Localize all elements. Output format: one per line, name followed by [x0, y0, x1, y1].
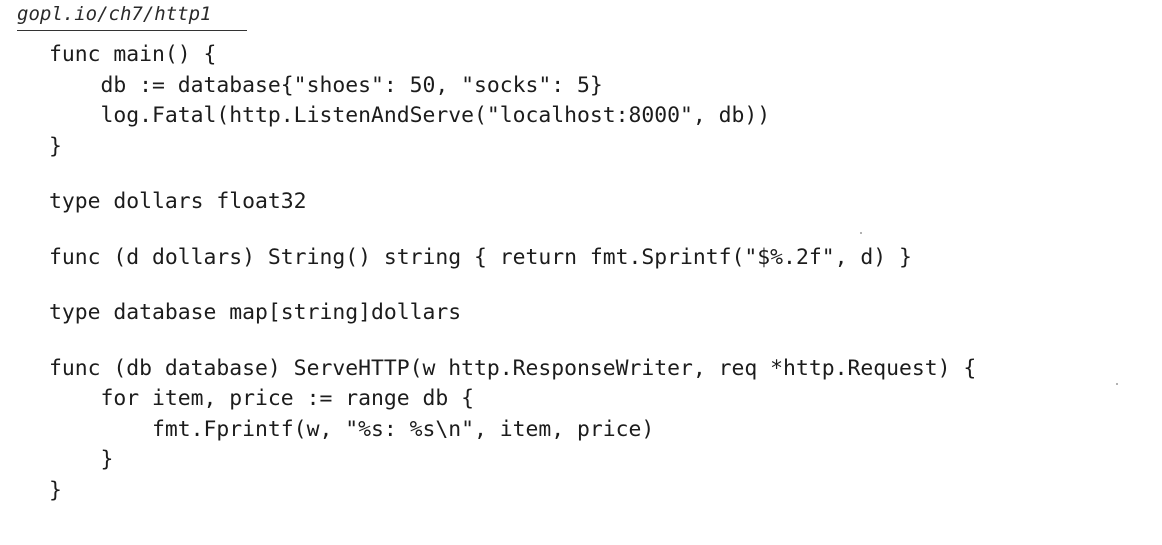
- code-line-blank-4: [49, 329, 976, 354]
- code-line-8: func (d dollars) String() string { retur…: [49, 244, 912, 270]
- code-line-10: type database map[string]dollars: [49, 300, 462, 325]
- code-line-2: db := database{"shoes": 50, "socks": 5}: [49, 72, 603, 98]
- code-listing: func main() { db := database{"shoes": 50…: [49, 40, 976, 506]
- code-line-blank-1: [49, 162, 976, 187]
- code-line-1: func main() {: [49, 42, 217, 67]
- code-line-4: }: [49, 133, 62, 159]
- source-path-label: gopl.io/ch7/http1: [17, 3, 212, 25]
- code-line-13: for item, price := range db {: [49, 386, 474, 411]
- code-line-blank-2: [49, 218, 976, 243]
- print-speck: [1116, 383, 1118, 385]
- code-line-14: fmt.Fprintf(w, "%s: %s\n", item, price): [49, 416, 655, 442]
- code-line-12: func (db database) ServeHTTP(w http.Resp…: [49, 355, 977, 381]
- print-speck: [860, 232, 862, 234]
- code-line-3: log.Fatal(http.ListenAndServe("localhost…: [49, 103, 771, 128]
- book-page: gopl.io/ch7/http1 func main() { db := da…: [0, 0, 1162, 545]
- path-underline: [17, 30, 247, 31]
- code-line-blank-3: [49, 273, 976, 298]
- code-line-16: }: [49, 477, 62, 503]
- code-line-15: }: [49, 447, 114, 472]
- code-line-6: type dollars float32: [49, 189, 307, 214]
